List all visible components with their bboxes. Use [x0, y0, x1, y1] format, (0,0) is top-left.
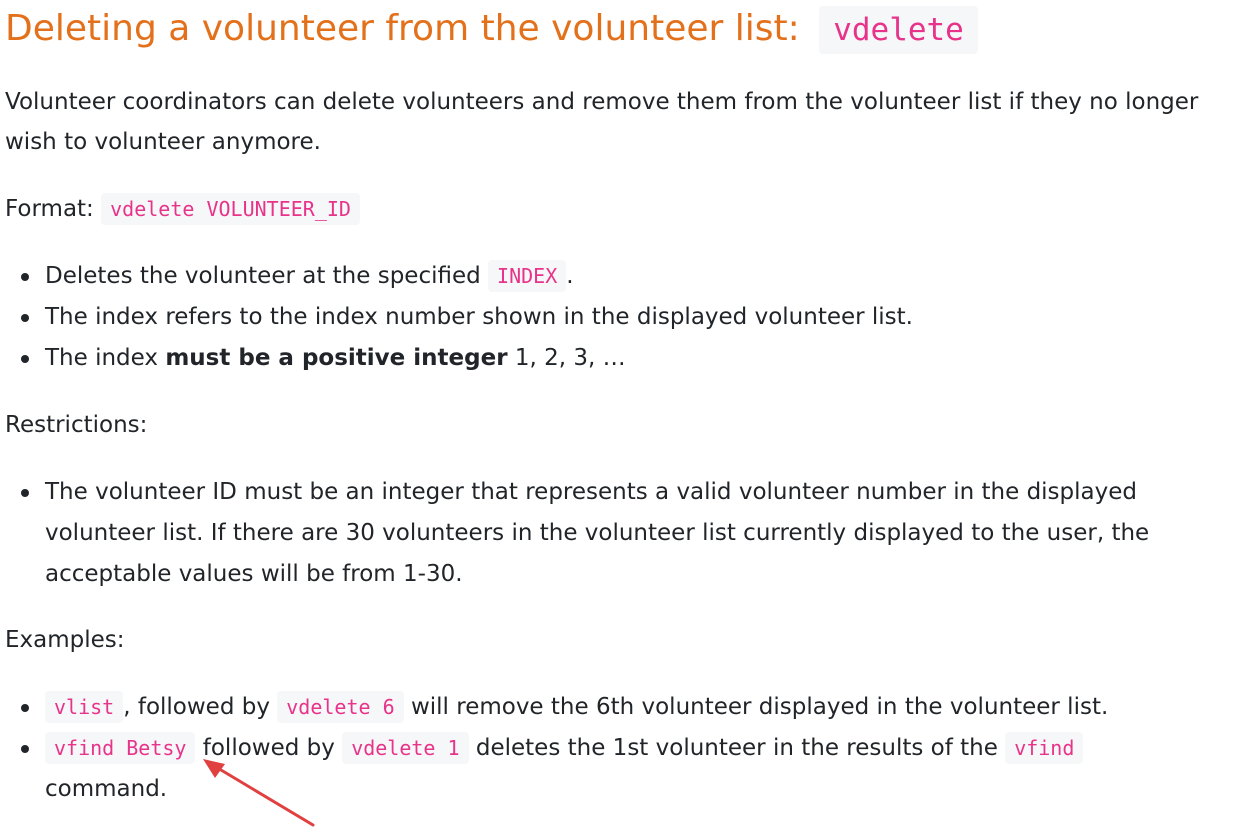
heading-command-code: vdelete: [819, 6, 978, 54]
detail-1-end: .: [566, 263, 574, 289]
detail-3-bold: must be a positive integer: [165, 345, 508, 371]
vdelete-6-code: vdelete 6: [277, 691, 404, 723]
list-item: vfind Betsy followed by vdelete 1 delete…: [5, 728, 1230, 810]
examples-list: vlist, followed by vdelete 6 will remove…: [5, 687, 1230, 810]
example-1-text-a: , followed by: [123, 694, 270, 720]
example-2-text-b: deletes the 1st volunteer in the results…: [475, 735, 998, 761]
format-code: vdelete VOLUNTEER_ID: [101, 193, 360, 225]
examples-label: Examples:: [5, 627, 125, 653]
arrow-pointer-icon: [203, 759, 315, 827]
example-1-text-b: will remove the 6th volunteer displayed …: [410, 694, 1109, 720]
format-label: Format:: [5, 196, 94, 222]
intro-paragraph: Volunteer coordinators can delete volunt…: [5, 89, 1199, 155]
detail-1-text: Deletes the volunteer at the specified: [45, 263, 481, 289]
list-item: The volunteer ID must be an integer that…: [5, 472, 1230, 595]
restriction-1-text: The volunteer ID must be an integer that…: [45, 479, 1150, 587]
section-heading: Deleting a volunteer from the volunteer …: [5, 4, 978, 55]
detail-3-text: The index: [45, 345, 159, 371]
vdelete-1-code: vdelete 1: [342, 732, 469, 764]
index-code: INDEX: [488, 260, 567, 292]
details-list: Deletes the volunteer at the specified I…: [5, 256, 1230, 379]
restrictions-label: Restrictions:: [5, 412, 148, 438]
vfind-betsy-code: vfind Betsy: [45, 732, 196, 764]
format-line: Format: vdelete VOLUNTEER_ID: [5, 189, 1230, 229]
vfind-code: vfind: [1005, 732, 1084, 764]
example-2-text-c: command.: [45, 776, 168, 802]
vlist-code: vlist: [45, 691, 124, 723]
list-item: The index refers to the index number sho…: [5, 297, 1230, 338]
detail-2-text: The index refers to the index number sho…: [45, 304, 913, 330]
list-item: vlist, followed by vdelete 6 will remove…: [5, 687, 1230, 728]
heading-text: Deleting a volunteer from the volunteer …: [5, 8, 800, 49]
list-item: The index must be a positive integer 1, …: [5, 338, 1230, 379]
restrictions-list: The volunteer ID must be an integer that…: [5, 472, 1230, 595]
detail-3-values: 1, 2, 3, …: [514, 345, 626, 371]
list-item: Deletes the volunteer at the specified I…: [5, 256, 1230, 297]
